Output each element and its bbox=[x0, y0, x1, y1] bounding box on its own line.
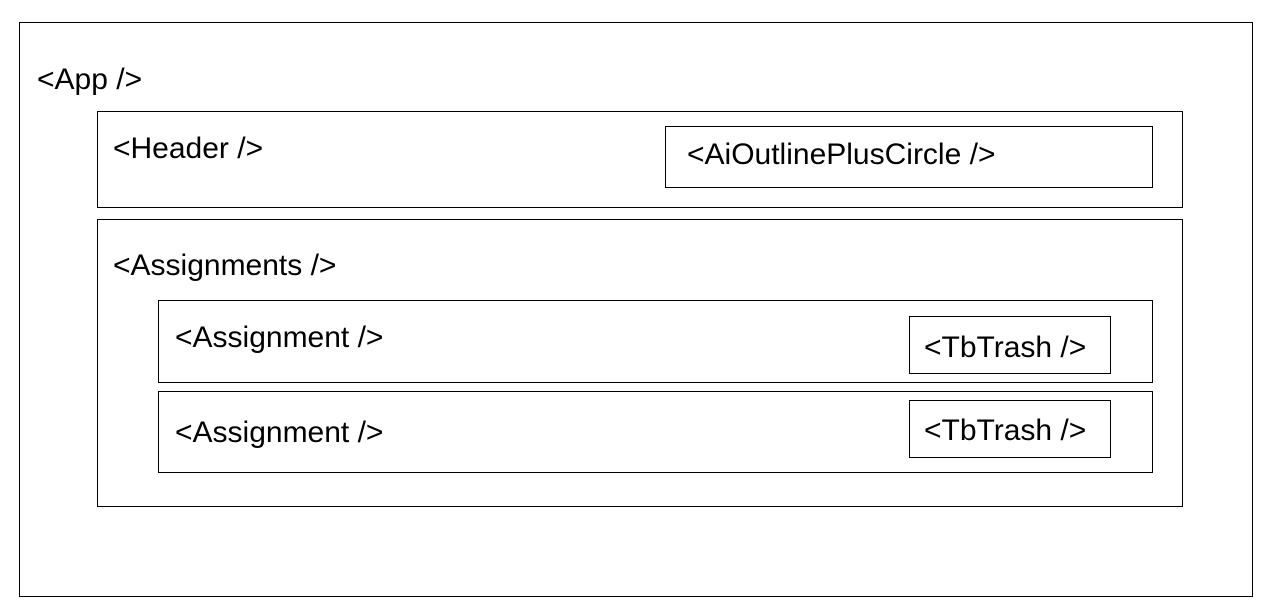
assignment-component-label: <Assignment /> bbox=[175, 321, 384, 354]
app-component-label: <App /> bbox=[37, 63, 143, 96]
assignments-component-label: <Assignments /> bbox=[113, 249, 337, 282]
header-component-label: <Header /> bbox=[113, 132, 264, 165]
trash-icon-component-label: <TbTrash /> bbox=[924, 331, 1087, 364]
plus-circle-icon-component-label: <AiOutlinePlusCircle /> bbox=[687, 138, 996, 171]
assignment-component-label: <Assignment /> bbox=[175, 416, 384, 449]
trash-icon-component-label: <TbTrash /> bbox=[924, 414, 1087, 447]
